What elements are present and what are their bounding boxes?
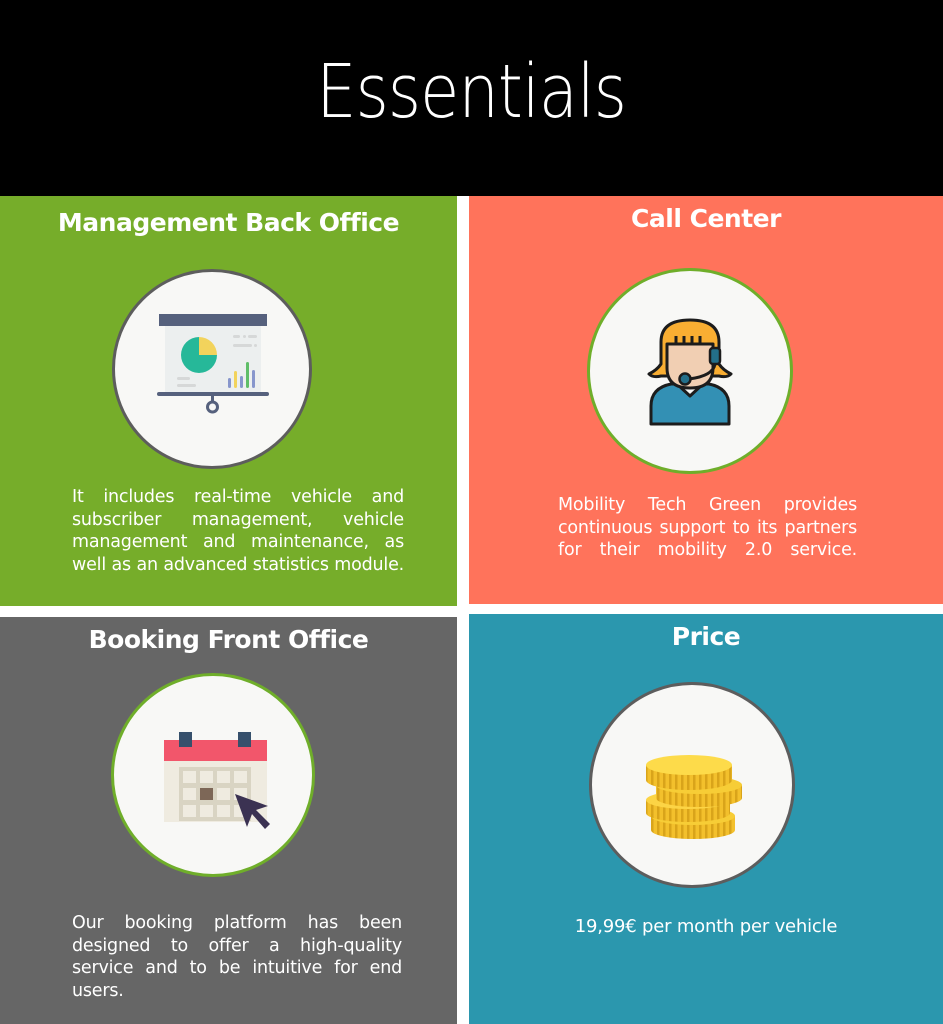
panel-description: It includes real-time vehicle and subscr… (72, 487, 404, 575)
coin-stack-icon (646, 755, 742, 839)
panel-description: Mobility Tech Green provides continuous … (558, 495, 857, 560)
icon-circle (587, 268, 793, 474)
icon-circle (112, 269, 312, 469)
icon-circle (589, 682, 795, 888)
panel-title: Call Center (631, 204, 781, 233)
calendar-cursor-icon (164, 732, 270, 829)
price-text: 19,99€ per month per vehicle (574, 916, 838, 937)
panel-management-back-office: Management Back Office It includes real-… (0, 196, 457, 606)
page-title: Essentials (316, 49, 628, 135)
panel-description: Our booking platform has been designed t… (72, 913, 402, 1001)
panel-title: Management Back Office (57, 208, 400, 237)
headset-operator-icon (647, 318, 733, 426)
header-banner: Essentials (0, 0, 943, 196)
icon-circle (111, 673, 315, 877)
panel-booking-front-office: Booking Front Office Our booking platfor… (0, 617, 457, 1024)
panel-price: Price 19,99€ per month per vehicle (469, 614, 943, 1024)
panel-title: Price (671, 622, 741, 651)
panel-call-center: Call Center Mobility Tech Green provides… (469, 196, 943, 604)
presentation-chart-icon (157, 314, 269, 414)
panel-title: Booking Front Office (88, 625, 369, 654)
